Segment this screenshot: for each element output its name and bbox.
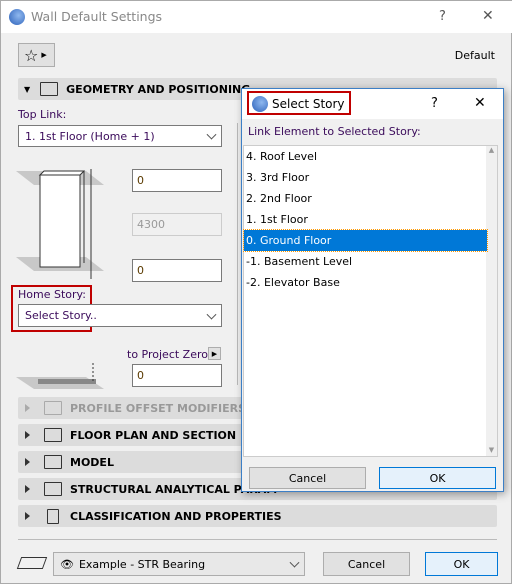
chevron-down-icon [289, 557, 300, 568]
geometry-icon [40, 82, 59, 96]
top-link-select[interactable]: 1. 1st Floor (Home + 1) [18, 125, 222, 147]
window-title: Wall Default Settings [31, 9, 163, 24]
structural-icon [44, 482, 62, 496]
triangle-right-icon [25, 431, 30, 439]
section-title: MODEL [70, 455, 114, 469]
document-icon [47, 508, 59, 524]
model-icon [44, 455, 62, 469]
link-element-label: Link Element to Selected Story: [248, 125, 421, 138]
section-classification-and-properties[interactable]: CLASSIFICATION AND PROPERTIES [18, 505, 497, 527]
scrollbar[interactable]: ▲ ▼ [486, 146, 497, 456]
layer-value: Example - STR Bearing [78, 557, 206, 571]
story-list-item[interactable]: -1. Basement Level [244, 251, 487, 272]
section-title: GEOMETRY AND POSITIONING [66, 82, 251, 96]
close-button[interactable]: ✕ [482, 8, 494, 24]
triangle-right-icon: ▶ [41, 51, 47, 59]
divider [237, 123, 238, 385]
title-bar: Wall Default Settings ? ✕ [1, 1, 512, 33]
story-list-item[interactable]: -2. Elevator Base [244, 272, 487, 293]
dialog-cancel-button[interactable]: Cancel [249, 467, 366, 489]
home-story-value: Select Story.. [25, 309, 97, 322]
wall-height-input: 4300 [132, 213, 222, 236]
cancel-button[interactable]: Cancel [323, 552, 410, 576]
star-icon: ☆ [24, 45, 39, 65]
archicad-logo-icon [252, 96, 268, 112]
triangle-right-icon [25, 458, 30, 466]
bottom-offset-input[interactable]: 0 [132, 259, 222, 282]
home-story-select[interactable]: Select Story.. [18, 304, 222, 327]
section-title: PROFILE OFFSET MODIFIERS [70, 401, 247, 415]
layer-select[interactable]: 👁 Example - STR Bearing [53, 552, 305, 576]
wall-height-diagram [16, 169, 104, 279]
story-list-item[interactable]: 2. 2nd Floor [244, 188, 487, 209]
story-list[interactable]: ▲ ▼ 4. Roof Level 3. 3rd Floor 2. 2nd Floo… [243, 145, 498, 457]
story-list-item[interactable]: 3. 3rd Floor [244, 167, 487, 188]
top-link-value: 1. 1st Floor (Home + 1) [25, 129, 155, 143]
chevron-down-icon [206, 309, 217, 320]
story-list-item[interactable]: 0. Ground Floor [243, 229, 488, 252]
ok-button[interactable]: OK [425, 552, 498, 576]
chevron-down-icon [206, 129, 217, 140]
layers-icon [16, 557, 48, 569]
to-project-zero-label: to Project Zero [127, 348, 208, 361]
triangle-right-icon [25, 404, 30, 412]
dialog-close-button[interactable]: ✕ [474, 95, 486, 111]
footer-divider [18, 539, 497, 540]
story-list-item[interactable]: 1. 1st Floor [244, 209, 487, 230]
story-list-item[interactable]: 4. Roof Level [244, 146, 487, 167]
triangle-down-icon: ▼ [24, 84, 31, 94]
archicad-logo-icon [9, 9, 25, 25]
triangle-right-icon [25, 485, 30, 493]
default-label: Default [454, 49, 495, 62]
home-story-label: Home Story: [18, 288, 86, 301]
project-zero-input[interactable]: 0 [132, 364, 222, 387]
eye-icon: 👁 [60, 557, 74, 571]
help-button[interactable]: ? [439, 9, 446, 24]
dialog-ok-button[interactable]: OK [379, 467, 496, 489]
reference-level-button[interactable]: ▶ [208, 347, 221, 360]
triangle-right-icon [25, 512, 30, 520]
section-title: CLASSIFICATION AND PROPERTIES [70, 509, 282, 523]
project-zero-diagram [16, 363, 104, 389]
dialog-help-button[interactable]: ? [431, 96, 438, 111]
top-offset-input[interactable]: 0 [132, 169, 222, 192]
section-title: FLOOR PLAN AND SECTION [70, 428, 237, 442]
profile-icon [44, 401, 62, 415]
select-story-dialog: Select Story ? ✕ Link Element to Selecte… [241, 88, 504, 492]
top-link-label: Top Link: [18, 108, 67, 121]
floor-plan-icon [44, 428, 62, 442]
dialog-title: Select Story [272, 97, 345, 111]
favorites-button[interactable]: ☆ ▶ [18, 43, 55, 67]
